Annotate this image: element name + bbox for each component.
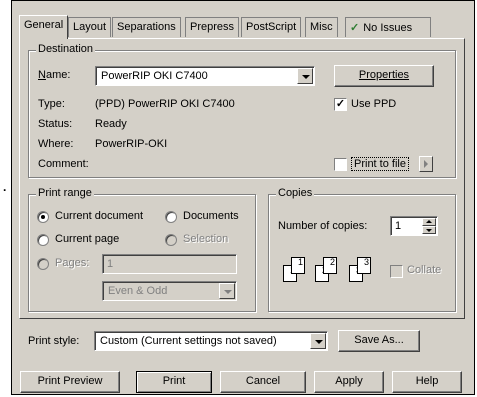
cancel-button[interactable]: Cancel <box>220 371 306 393</box>
print-range-group: Print range Current document Documents C… <box>28 187 256 312</box>
page-number: 1 <box>297 257 303 267</box>
where-value: PowerRIP-OKI <box>95 138 168 150</box>
properties-button[interactable]: Properties <box>334 65 434 87</box>
use-ppd-label[interactable]: Use PPD <box>351 98 396 110</box>
tab-general[interactable]: General <box>19 15 69 39</box>
help-label: Help <box>415 375 439 387</box>
tab-postscript[interactable]: PostScript <box>241 17 302 37</box>
checkmark-icon: ✓ <box>350 22 360 34</box>
bullet-mark: . <box>3 180 7 194</box>
comment-label: Comment: <box>38 158 89 170</box>
print-style-label: Print style: <box>28 335 80 347</box>
collate-label[interactable]: Collate <box>407 264 441 276</box>
page-subset-select[interactable]: Even & Odd <box>102 281 237 301</box>
selection-radio[interactable] <box>165 234 177 246</box>
print-style-value: Custom (Current settings not saved) <box>100 335 277 347</box>
current-page-radio[interactable] <box>37 234 49 246</box>
tab-no-issues[interactable]: ✓ No Issues <box>345 17 431 37</box>
print-to-file-expand-icon[interactable] <box>419 156 433 172</box>
documents-label[interactable]: Documents <box>183 210 239 222</box>
chevron-down-icon[interactable] <box>219 283 235 299</box>
print-button[interactable]: Print <box>136 371 212 393</box>
print-label: Print <box>162 375 186 387</box>
save-as-button[interactable]: Save As... <box>338 330 420 352</box>
printer-name-value: PowerRIP OKI C7400 <box>101 70 208 82</box>
tab-separations[interactable]: Separations <box>112 17 181 37</box>
current-document-radio[interactable] <box>37 211 49 223</box>
tab-prepress[interactable]: Prepress <box>185 17 240 37</box>
collate-checkbox[interactable] <box>390 265 403 278</box>
number-of-copies-label: Number of copies: <box>278 220 368 232</box>
pages-input[interactable]: 1 <box>102 254 237 274</box>
chevron-down-icon[interactable] <box>310 333 326 349</box>
tab-label: Misc <box>310 21 333 33</box>
tab-layout[interactable]: Layout <box>68 17 112 37</box>
status-label: Status: <box>38 118 73 130</box>
name-label: Name: <box>38 69 71 81</box>
spin-down-icon[interactable] <box>422 226 436 234</box>
pages-label[interactable]: Pages: <box>55 257 89 269</box>
save-as-label: Save As... <box>354 334 404 346</box>
general-panel: Destination Name: PowerRIP OKI C7400 Pro… <box>19 38 465 319</box>
tab-label: No Issues <box>363 22 413 34</box>
copies-group: Copies Number of copies: 1 1 1 2 2 3 3 C… <box>268 187 456 312</box>
print-to-file-label[interactable]: Print to file <box>351 157 409 171</box>
page-number: 3 <box>363 257 369 267</box>
print-preview-label: Print Preview <box>37 375 103 387</box>
documents-radio[interactable] <box>165 211 177 223</box>
tab-misc[interactable]: Misc <box>305 17 338 37</box>
print-range-legend: Print range <box>36 187 94 199</box>
chevron-down-icon[interactable] <box>297 68 313 84</box>
cancel-label: Cancel <box>245 375 281 387</box>
tab-label: Separations <box>117 21 176 33</box>
printer-name-select[interactable]: PowerRIP OKI C7400 <box>95 66 315 86</box>
copies-spinner[interactable]: 1 <box>390 216 438 236</box>
tab-label: Prepress <box>190 21 235 33</box>
type-value: (PPD) PowerRIP OKI C7400 <box>95 98 235 110</box>
tab-label: PostScript <box>246 21 297 33</box>
destination-legend: Destination <box>36 43 96 55</box>
copies-value: 1 <box>395 220 402 232</box>
print-preview-button[interactable]: Print Preview <box>20 371 120 393</box>
current-document-label[interactable]: Current document <box>55 210 143 222</box>
current-page-label[interactable]: Current page <box>55 233 119 245</box>
page-subset-value: Even & Odd <box>108 285 168 297</box>
page-stack-icon: 2 <box>323 257 337 274</box>
properties-label: Properties <box>358 69 410 81</box>
apply-button[interactable]: Apply <box>314 371 384 393</box>
print-style-select[interactable]: Custom (Current settings not saved) <box>94 331 328 351</box>
selection-label[interactable]: Selection <box>183 233 228 245</box>
status-value: Ready <box>95 118 127 130</box>
page-stack-icon: 3 <box>357 257 371 274</box>
page-stack-icon: 1 <box>291 257 305 274</box>
apply-label: Apply <box>335 375 363 387</box>
where-label: Where: <box>38 138 74 150</box>
destination-group: Destination Name: PowerRIP OKI C7400 Pro… <box>28 43 456 178</box>
spin-up-icon[interactable] <box>422 218 436 226</box>
print-to-file-checkbox[interactable] <box>334 158 347 171</box>
page-number: 2 <box>329 257 335 267</box>
pages-radio[interactable] <box>37 258 49 270</box>
use-ppd-checkbox[interactable]: ✓ <box>334 98 347 111</box>
copies-legend: Copies <box>276 187 315 199</box>
tab-label: General <box>24 19 64 31</box>
help-button[interactable]: Help <box>392 371 462 393</box>
print-dialog: General Layout Separations Prepress Post… <box>11 0 475 395</box>
type-label: Type: <box>38 98 65 110</box>
tab-label: Layout <box>73 21 107 33</box>
